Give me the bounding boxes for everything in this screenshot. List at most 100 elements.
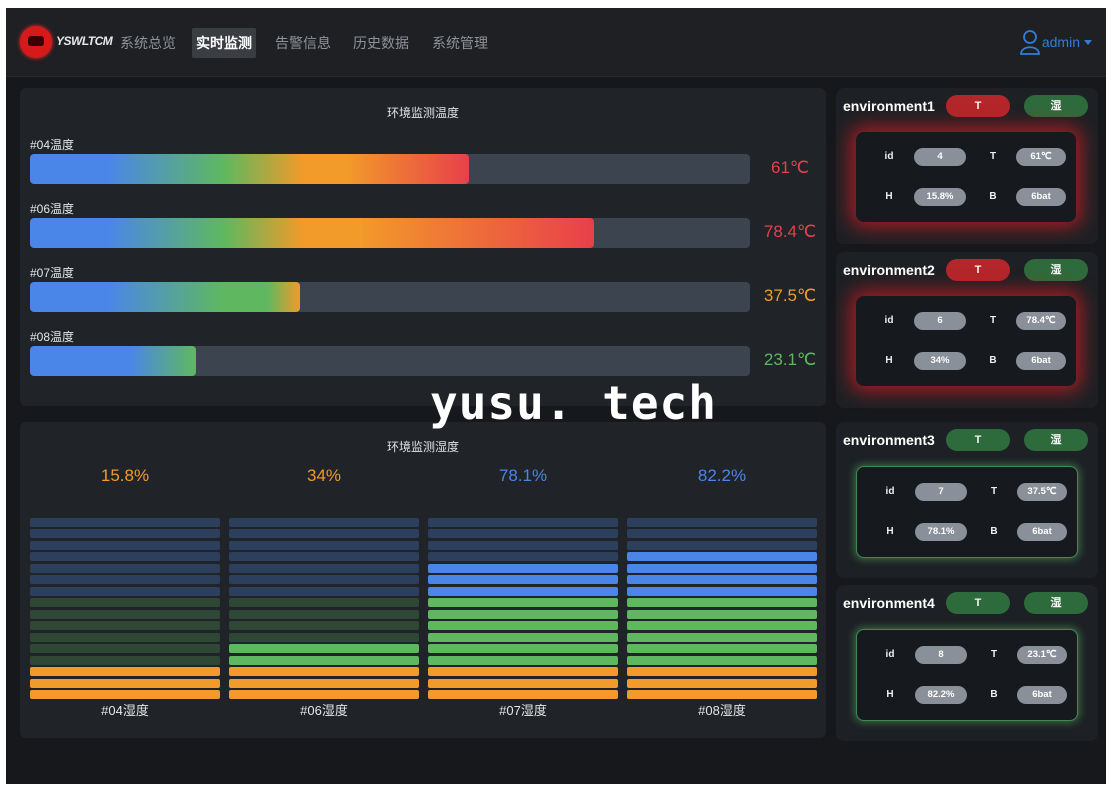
field-key: H [886,689,894,700]
humidity-segment [428,598,618,607]
chevron-down-icon [1084,39,1092,45]
temp-bar-track [30,282,750,312]
user-name: admin [1041,34,1080,50]
field-value: 8 [915,646,967,664]
field-key: B [990,526,998,537]
humidity-button[interactable]: 湿 [1024,259,1088,281]
humidity-segment [627,563,817,573]
humidity-segment [627,517,817,527]
humidity-segment [229,586,419,596]
humidity-segment [428,644,618,653]
field-key: id [885,486,895,497]
environment-name: environment4 [843,595,935,611]
humidity-segment [229,621,419,630]
humidity-segment [627,598,817,607]
field-value: 6bat [1016,188,1066,206]
humidity-button[interactable]: 湿 [1024,429,1088,451]
humidity-label: #07湿度 [499,703,547,718]
field-value: 61℃ [1016,148,1066,166]
temperature-button[interactable]: T [946,259,1010,281]
humidity-segment [428,690,618,699]
humidity-segment [229,678,419,688]
field-value: 15.8% [914,188,966,206]
humidity-value: 82.2% [697,466,747,485]
humidity-segment [30,552,220,561]
field-value: 6bat [1016,352,1066,370]
field-key: id [884,151,894,162]
temperature-button[interactable]: T [946,95,1010,117]
field-key: H [885,191,893,202]
field-value: 37.5℃ [1017,483,1067,501]
field-value: 78.4℃ [1016,312,1066,330]
brand-name: YSWLTCM [56,34,113,48]
nav-item-alarms[interactable]: 告警信息 [271,28,335,58]
humidity-segment [428,632,618,642]
humidity-button[interactable]: 湿 [1024,95,1088,117]
nav-item-history[interactable]: 历史数据 [349,28,413,58]
environment-card[interactable]: environment4 T 湿 id 8 T 23.1℃ H 82.2% B 6bat [836,585,1098,741]
nav-item-admin[interactable]: 系统管理 [428,28,492,58]
humidity-label: #06湿度 [300,703,348,718]
environment-card[interactable]: environment3 T 湿 id 7 T 37.5℃ H 78.1% B 6bat [836,422,1098,578]
humidity-value: 15.8% [100,466,150,485]
field-value: 82.2% [915,686,967,704]
humidity-segment [428,517,618,527]
temp-bar-label: #07温度 [30,266,75,280]
field-key: B [990,689,998,700]
environment-details: id 6 T 78.4℃ H 34% B 6bat [856,296,1076,386]
humidity-segment [428,667,618,676]
humidity-segment [229,644,419,653]
humidity-segment [428,621,618,630]
humidity-value: 78.1% [498,466,548,485]
humidity-panel: 环境监测湿度 15.8% #04湿度 34% #06湿度 78.1% #07湿度 82.2%… [20,422,826,738]
environment-card[interactable]: environment1 T 湿 id 4 T 61℃ H 15.8% B 6bat [836,88,1098,244]
humidity-segment [229,563,419,573]
temperature-panel: 环境监测温度 #04温度 61℃ #06温度 78.4℃ #07温度 37.5℃… [20,88,826,406]
field-value: 6bat [1017,686,1067,704]
humidity-segment [627,632,817,642]
field-value: 6bat [1017,523,1067,541]
humidity-segment [627,644,817,653]
humidity-segment [627,540,817,550]
temperature-button[interactable]: T [946,592,1010,614]
humidity-segment [30,586,220,596]
field-value: 7 [915,483,967,501]
humidity-segment [30,517,220,527]
humidity-segment [229,632,419,642]
field-key: B [989,191,997,202]
humidity-segment [30,529,220,538]
field-key: id [885,649,895,660]
humidity-segment [627,655,817,665]
humidity-segment [30,609,220,619]
humidity-segment [428,586,618,596]
temp-bar-fill [30,218,595,248]
humidity-segment [627,609,817,619]
humidity-segment [30,667,220,676]
nav-item-overview[interactable]: 系统总览 [116,28,180,58]
humidity-segment [229,667,419,676]
humidity-segment [627,690,817,699]
humidity-segment [30,563,220,573]
humidity-segment [229,598,419,607]
top-nav: YSWLTCM 系统总览 实时监测 告警信息 历史数据 系统管理 admin [6,8,1106,77]
humidity-segment [627,529,817,538]
humidity-segment [428,575,618,584]
humidity-button[interactable]: 湿 [1024,592,1088,614]
temperature-button[interactable]: T [946,429,1010,451]
environment-card[interactable]: environment2 T 湿 id 6 T 78.4℃ H 34% B 6bat [836,252,1098,408]
field-value: 6 [914,312,966,330]
humidity-segment [627,667,817,676]
humidity-segment [30,540,220,550]
humidity-panel-title: 环境监测湿度 [386,440,459,454]
field-value: 4 [914,148,966,166]
temp-bar-value: 78.4℃ [763,222,817,241]
field-key: B [989,355,997,366]
user-menu[interactable]: admin [1019,28,1092,56]
temp-bar-label: #04温度 [30,138,75,152]
field-key: H [886,526,894,537]
environment-details: id 7 T 37.5℃ H 78.1% B 6bat [856,466,1078,558]
nav-item-realtime[interactable]: 实时监测 [192,28,256,58]
temp-bar-track [30,218,750,248]
humidity-segment [627,552,817,561]
humidity-segment [30,575,220,584]
